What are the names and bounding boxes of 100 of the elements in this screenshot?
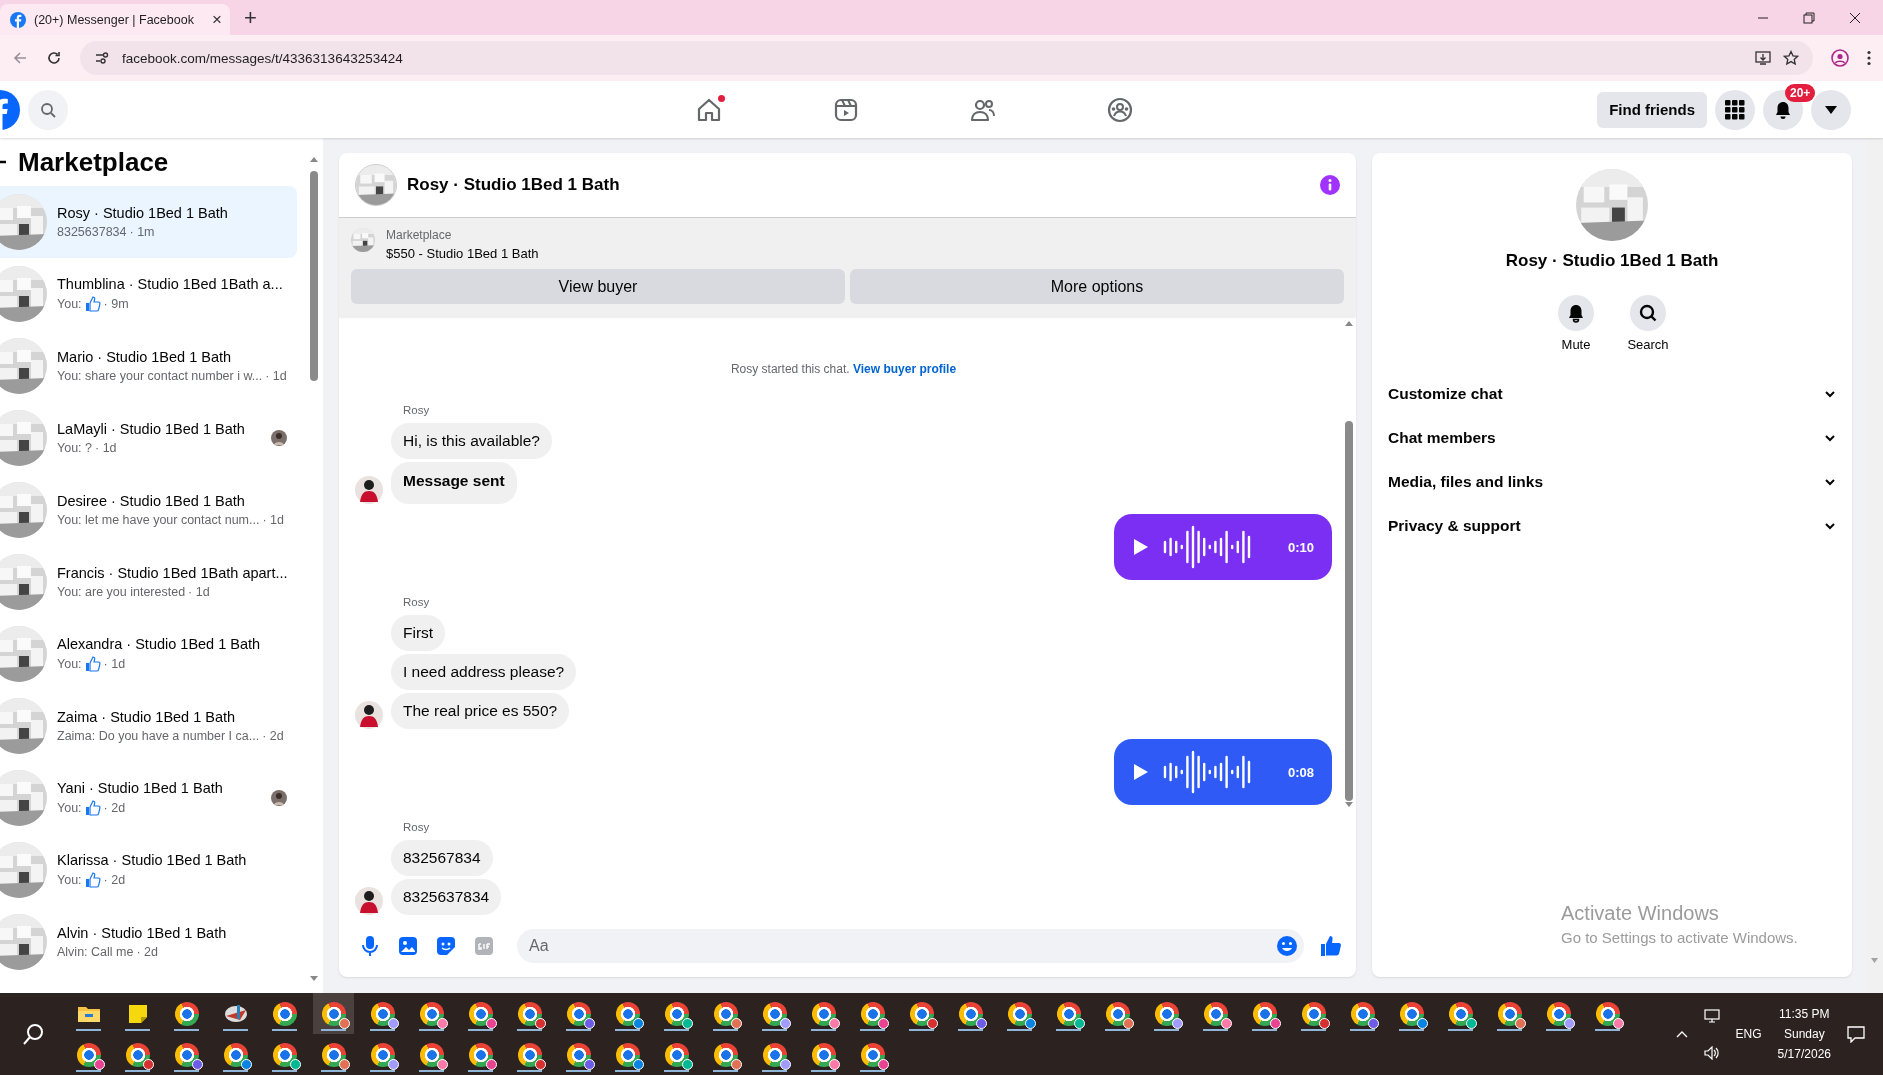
sticker-icon[interactable]	[435, 935, 457, 957]
search-icon[interactable]	[23, 1023, 45, 1045]
conversation-name: Mario · Studio 1Bed 1 Bath	[57, 349, 233, 365]
conversation-item[interactable]: Zaima · Studio 1Bed 1 Bath Zaima: Do you have a number I ca... · 2d	[0, 690, 297, 762]
listing-label: Marketplace	[386, 228, 453, 242]
play-icon[interactable]	[1134, 764, 1148, 780]
conversation-item[interactable]: Thumblina · Studio 1Bed 1Bath a... You: · 9m	[0, 258, 297, 330]
clock-day: Sunday	[1783, 1027, 1825, 1041]
section-row[interactable]: Customize chat	[1384, 372, 1840, 416]
browser-icon[interactable]	[174, 1001, 199, 1026]
conversation-name: Desiree · Studio 1Bed 1 Bath	[57, 493, 246, 509]
emoji-icon[interactable]	[1276, 935, 1298, 957]
back-icon[interactable]	[12, 50, 28, 66]
message-time: · 1d	[95, 441, 117, 455]
action-label: Search	[1627, 337, 1669, 352]
sender-name: Rosy	[403, 821, 430, 833]
action-button[interactable]: View buyer	[351, 269, 845, 304]
message-preview: You:	[57, 297, 82, 311]
conversation-name: Francis · Studio 1Bed 1Bath apart...	[57, 565, 289, 581]
conversation-item[interactable]: Francis · Studio 1Bed 1Bath apart... You: are you interested · 1d	[0, 546, 297, 618]
conversation-item[interactable]: LaMayli · Studio 1Bed 1 Bath You: ? · 1d	[0, 402, 297, 474]
message-bubble: 8325637834	[391, 879, 502, 915]
message-field[interactable]: Aa	[517, 929, 1304, 963]
section-row[interactable]: Privacy & support	[1384, 504, 1840, 548]
message-preview: You:	[57, 801, 82, 815]
conversation-name: Klarissa · Studio 1Bed 1 Bath	[57, 852, 248, 868]
play-icon[interactable]	[1134, 539, 1148, 555]
reload-icon[interactable]	[46, 50, 62, 66]
mute-button[interactable]	[1558, 295, 1594, 331]
site-info-icon[interactable]	[94, 50, 110, 66]
conversation-item[interactable]: Desiree · Studio 1Bed 1 Bath You: let me have your contact num... · 1d	[0, 474, 297, 546]
menu-button[interactable]	[1715, 89, 1755, 130]
action-label: Mute	[1561, 337, 1591, 352]
show-hidden-icons-icon[interactable]	[1675, 1030, 1688, 1038]
message-time: · 2d	[103, 873, 126, 887]
install-icon[interactable]	[1755, 50, 1771, 66]
groups-icon	[1106, 95, 1134, 124]
activation-title: Activate Windows	[1561, 902, 1720, 925]
search-button[interactable]	[1630, 295, 1666, 331]
address-field[interactable]: facebook.com/messages/t/4336313643253424	[80, 41, 1813, 75]
action-button[interactable]: More options	[850, 269, 1344, 304]
conversation-item[interactable]: Yani · Studio 1Bed 1 Bath You: · 2d	[0, 762, 297, 834]
find-friends-button[interactable]: Find friends	[1597, 91, 1707, 128]
conversation-item[interactable]: Klarissa · Studio 1Bed 1 Bath You: · 2d	[0, 834, 297, 906]
section-title: Media, files and links	[1388, 473, 1544, 491]
conversation-item[interactable]: Mario · Studio 1Bed 1 Bath You: share your contact number i w... · 1d	[0, 330, 297, 402]
conversation-item[interactable]: Alexandra · Studio 1Bed 1 Bath You: · 1d	[0, 618, 297, 690]
browser-tab[interactable]: (20+) Messenger | Facebook ×	[0, 4, 230, 35]
profile-icon[interactable]	[1831, 49, 1849, 67]
language-indicator[interactable]: ENG	[1735, 1027, 1762, 1041]
voice-message[interactable]: 0:10	[1114, 514, 1332, 580]
bell-icon	[1773, 99, 1793, 120]
conversation-item[interactable]: Alvin · Studio 1Bed 1 Bath Alvin: Call me · 2d	[0, 906, 297, 978]
section-row[interactable]: Media, files and links	[1384, 460, 1840, 504]
microphone-icon[interactable]	[359, 935, 381, 957]
message-bubble: Hi, is this available?	[391, 423, 552, 459]
message-preview: You: let me have your contact num...	[57, 513, 260, 527]
section-title: Privacy & support	[1388, 517, 1521, 535]
message-preview: 8325637834	[57, 225, 127, 239]
conversation-name: Alvin · Studio 1Bed 1 Bath	[57, 925, 228, 941]
profile-link[interactable]: View buyer profile	[852, 362, 957, 376]
like-icon[interactable]	[1320, 935, 1342, 957]
close-tab-button[interactable]: ×	[212, 11, 222, 28]
message-time: · 1d	[265, 369, 287, 383]
message-time: · 1d	[103, 657, 126, 671]
image-icon[interactable]	[397, 935, 419, 957]
avatar-icon	[355, 887, 383, 915]
conversation-item[interactable]: Rosy · Studio 1Bed 1 Bath 8325637834 · 1m	[0, 186, 297, 258]
message-preview: You: are you interested	[57, 585, 186, 599]
message-bubble: First	[391, 615, 446, 651]
sender-name: Rosy	[403, 596, 430, 608]
close-icon[interactable]	[1849, 11, 1861, 24]
system-message: Rosy started this chat. View buyer profile	[729, 362, 958, 376]
audio-duration: 0:10	[1287, 539, 1314, 555]
conversation-name: Zaima · Studio 1Bed 1 Bath	[57, 709, 237, 725]
more-icon[interactable]	[1867, 50, 1871, 66]
section-row[interactable]: Chat members	[1384, 416, 1840, 460]
notification-center-icon[interactable]	[1847, 1025, 1865, 1043]
grid-icon	[1725, 99, 1745, 120]
volume-icon[interactable]	[1703, 1045, 1720, 1060]
notification-badge: 20+	[1785, 83, 1816, 102]
message-preview: You:	[57, 873, 82, 887]
conversation-name: Yani · Studio 1Bed 1 Bath	[57, 780, 224, 796]
new-tab-button[interactable]: +	[244, 7, 257, 29]
browser-icon[interactable]	[272, 1001, 297, 1026]
message-preview: Alvin: Call me	[57, 945, 134, 959]
contact-name: Rosy · Studio 1Bed 1 Bath	[1505, 251, 1719, 271]
section-title: Chat members	[1388, 429, 1496, 447]
bell-icon	[1566, 303, 1586, 323]
restore-icon[interactable]	[1803, 11, 1815, 24]
message-bubble: 832567834	[391, 840, 493, 876]
message-preview: Zaima: Do you have a number I ca...	[57, 729, 260, 743]
clock-time: 11:35 PM	[1779, 1007, 1830, 1021]
conversation-name: Alexandra · Studio 1Bed 1 Bath	[57, 636, 262, 652]
network-icon[interactable]	[1703, 1008, 1720, 1023]
clock-date: 5/17/2026	[1777, 1047, 1831, 1061]
voice-message[interactable]: 0:08	[1114, 739, 1332, 805]
info-icon[interactable]	[1320, 175, 1340, 195]
account-button[interactable]	[1811, 89, 1851, 130]
star-icon[interactable]	[1783, 50, 1799, 66]
